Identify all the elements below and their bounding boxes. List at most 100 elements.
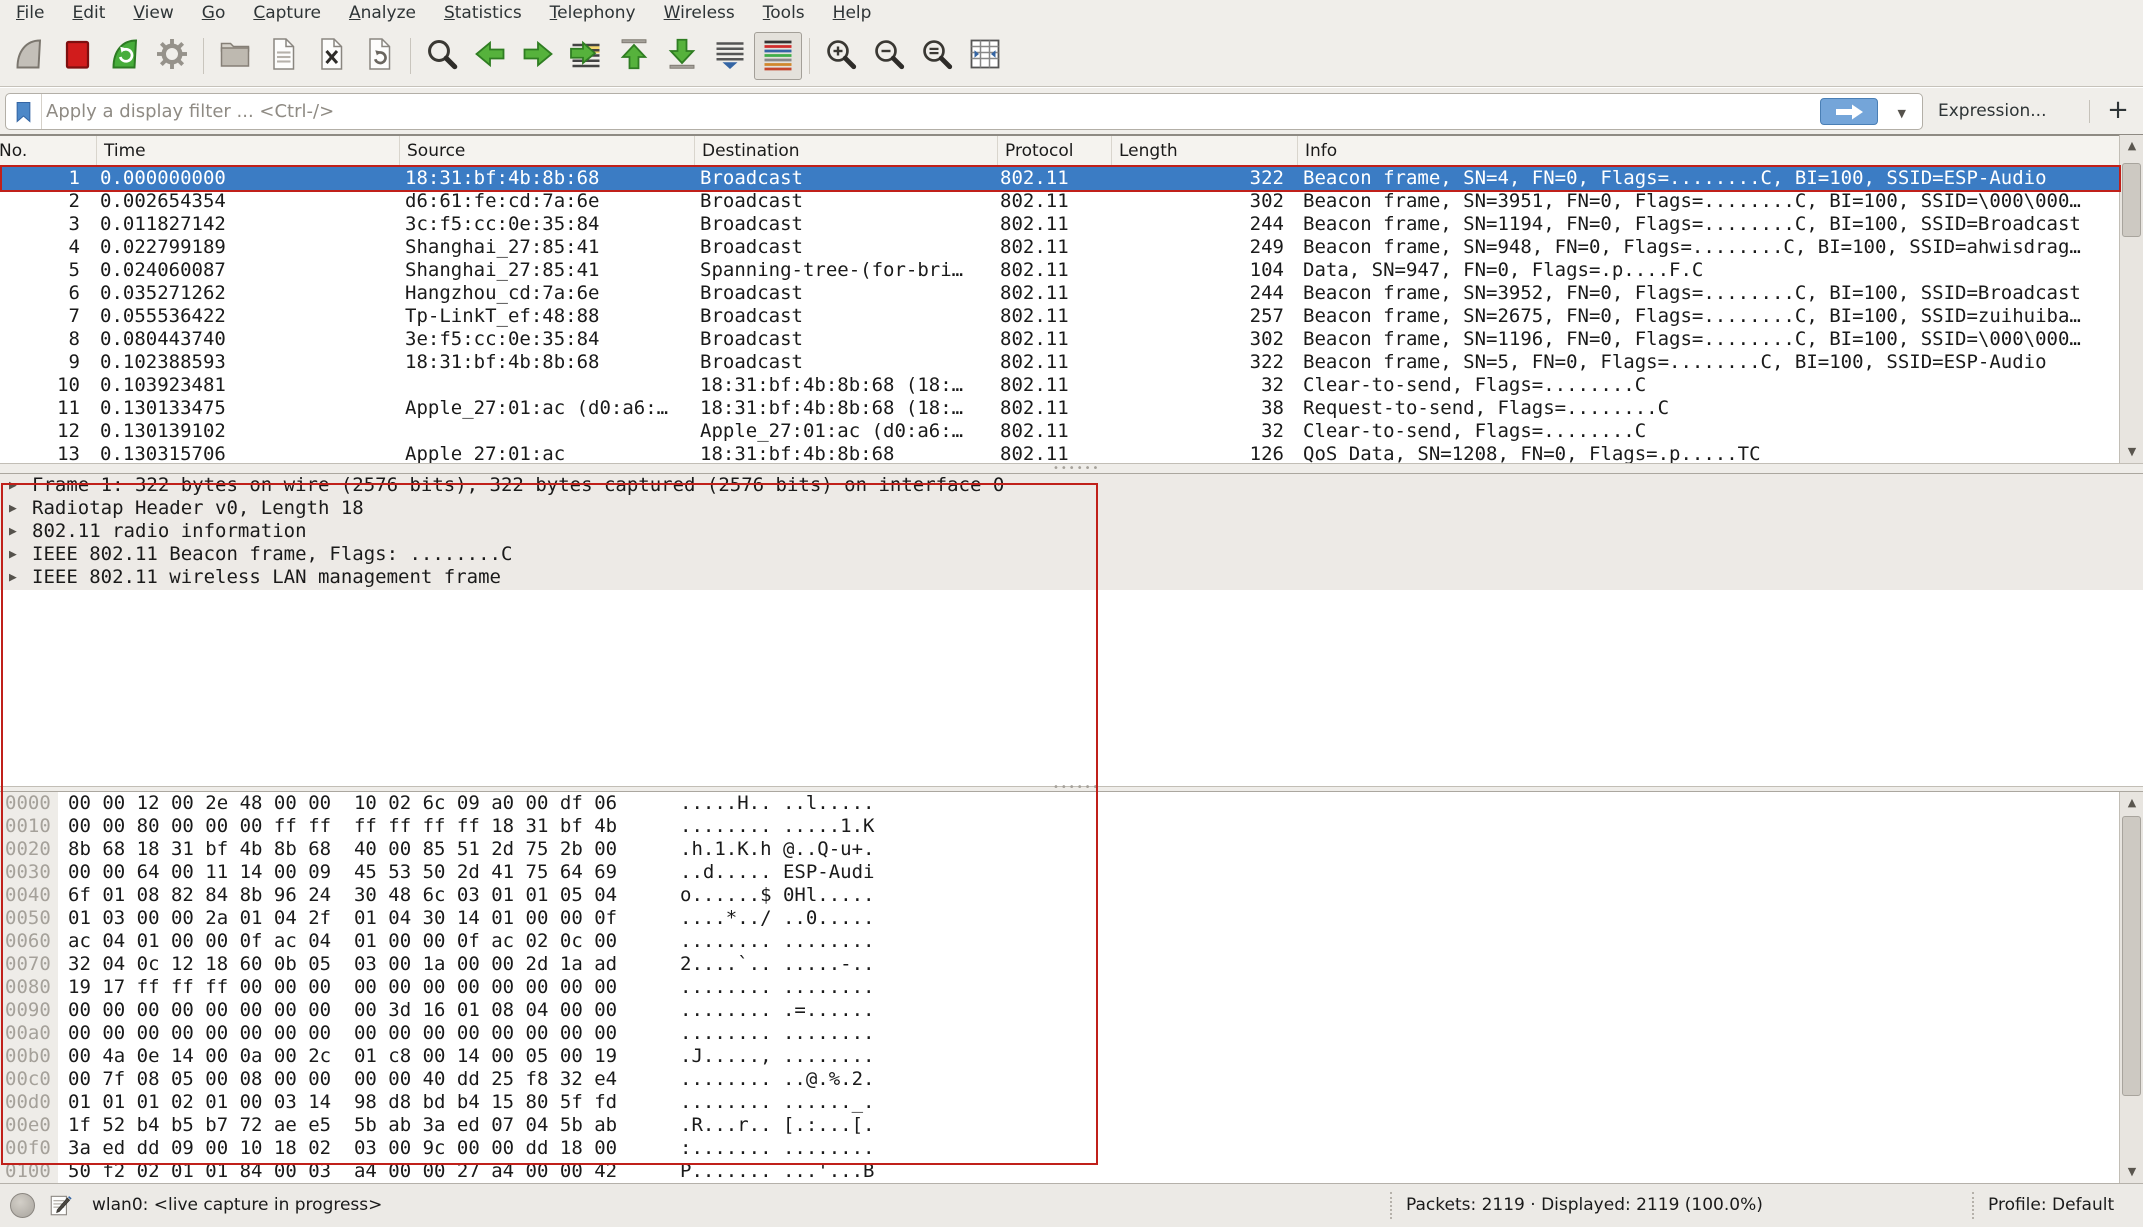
colorize-packets-button[interactable] bbox=[754, 32, 802, 80]
packet-row[interactable]: 3 0.011827142 3c:f5:cc:0e:35:84 Broadcas… bbox=[0, 213, 2119, 236]
zoom-100-button[interactable] bbox=[913, 32, 961, 80]
packet-row[interactable]: 5 0.024060087 Shanghai_27:85:41 Spanning… bbox=[0, 259, 2119, 282]
hex-row[interactable]: 0090 00 00 00 00 00 00 00 00 00 3d 16 01… bbox=[0, 999, 2119, 1022]
filter-dropdown-caret[interactable]: ▼ bbox=[1898, 107, 1906, 120]
hex-row[interactable]: 0080 19 17 ff ff ff 00 00 00 00 00 00 00… bbox=[0, 976, 2119, 999]
hex-row[interactable]: 0000 00 00 12 00 2e 48 00 00 10 02 6c 09… bbox=[0, 792, 2119, 815]
packet-row[interactable]: 9 0.102388593 18:31:bf:4b:8b:68 Broadcas… bbox=[0, 351, 2119, 374]
detail-tree-row[interactable]: ▶ IEEE 802.11 wireless LAN management fr… bbox=[0, 566, 2143, 589]
hex-row[interactable]: 00d0 01 01 01 02 01 00 03 14 98 d8 bd b4… bbox=[0, 1091, 2119, 1114]
close-capture-button[interactable] bbox=[307, 32, 355, 80]
hex-row[interactable]: 0070 32 04 0c 12 18 60 0b 05 03 00 1a 00… bbox=[0, 953, 2119, 976]
packet-row[interactable]: 1 0.000000000 18:31:bf:4b:8b:68 Broadcas… bbox=[0, 167, 2119, 190]
packet-row[interactable]: 11 0.130133475 Apple_27:01:ac (d0:a6:… 1… bbox=[0, 397, 2119, 420]
go-last-packet-button[interactable] bbox=[658, 32, 706, 80]
cell-length: 38 bbox=[1112, 397, 1284, 420]
packet-row[interactable]: 8 0.080443740 3e:f5:cc:0e:35:84 Broadcas… bbox=[0, 328, 2119, 351]
column-header-info[interactable]: Info bbox=[1298, 136, 2119, 166]
packet-row[interactable]: 6 0.035271262 Hangzhou_cd:7a:6e Broadcas… bbox=[0, 282, 2119, 305]
profile-button[interactable]: Profile: Default bbox=[1988, 1184, 2114, 1227]
packet-row[interactable]: 2 0.002654354 d6:61:fe:cd:7a:6e Broadcas… bbox=[0, 190, 2119, 213]
menu-item[interactable]: Wireless bbox=[650, 0, 749, 26]
detail-tree-row[interactable]: ▶ IEEE 802.11 Beacon frame, Flags: .....… bbox=[0, 543, 2143, 566]
expander-arrow-icon[interactable]: ▶ bbox=[9, 497, 17, 520]
expander-arrow-icon[interactable]: ▶ bbox=[9, 543, 17, 566]
packet-row[interactable]: 7 0.055536422 Tp-LinkT_ef:48:88 Broadcas… bbox=[0, 305, 2119, 328]
resize-columns-button[interactable] bbox=[961, 32, 1009, 80]
add-filter-button[interactable]: + bbox=[2100, 88, 2136, 135]
menu-item[interactable]: Edit bbox=[58, 0, 119, 26]
reload-file-button[interactable] bbox=[355, 32, 403, 80]
packet-list-scrollbar[interactable]: ▲ ▼ bbox=[2119, 135, 2143, 463]
hex-row[interactable]: 0010 00 00 80 00 00 00 ff ff ff ff ff ff… bbox=[0, 815, 2119, 838]
packet-row[interactable]: 4 0.022799189 Shanghai_27:85:41 Broadcas… bbox=[0, 236, 2119, 259]
menu-item[interactable]: Telephony bbox=[536, 0, 650, 26]
column-header-protocol[interactable]: Protocol bbox=[998, 136, 1112, 166]
column-header-source[interactable]: Source bbox=[400, 136, 695, 166]
menu-item[interactable]: File bbox=[2, 0, 58, 26]
menu-item[interactable]: Capture bbox=[239, 0, 335, 26]
packet-row[interactable]: 13 0.130315706 Apple_27:01:ac 18:31:bf:4… bbox=[0, 443, 2119, 463]
filter-bookmark-button[interactable] bbox=[6, 94, 42, 129]
scroll-down-arrow[interactable]: ▼ bbox=[2120, 1161, 2143, 1183]
scrollbar-thumb[interactable] bbox=[2122, 816, 2141, 1096]
column-header-destination[interactable]: Destination bbox=[695, 136, 998, 166]
hex-pane-scrollbar[interactable]: ▲ ▼ bbox=[2119, 792, 2143, 1183]
go-back-button[interactable] bbox=[466, 32, 514, 80]
detail-tree-row[interactable]: ▶ Frame 1: 322 bytes on wire (2576 bits)… bbox=[0, 474, 2143, 497]
hex-row[interactable]: 00c0 00 7f 08 05 00 08 00 00 00 00 40 dd… bbox=[0, 1068, 2119, 1091]
restart-capture-button[interactable] bbox=[100, 32, 148, 80]
column-header-length[interactable]: Length bbox=[1112, 136, 1298, 166]
menu-item[interactable]: View bbox=[119, 0, 187, 26]
hex-row[interactable]: 0050 01 03 00 00 2a 01 04 2f 01 04 30 14… bbox=[0, 907, 2119, 930]
capture-status-text: wlan0: <live capture in progress> bbox=[92, 1184, 382, 1227]
capture-comment-button[interactable] bbox=[48, 1192, 74, 1219]
detail-tree-row[interactable]: ▶ 802.11 radio information bbox=[0, 520, 2143, 543]
expression-button[interactable]: Expression... bbox=[1938, 88, 2047, 135]
hex-row[interactable]: 00a0 00 00 00 00 00 00 00 00 00 00 00 00… bbox=[0, 1022, 2119, 1045]
scrollbar-thumb[interactable] bbox=[2122, 163, 2141, 237]
display-filter-input[interactable] bbox=[46, 95, 1786, 128]
expander-arrow-icon[interactable]: ▶ bbox=[9, 566, 17, 589]
packet-row[interactable]: 10 0.103923481 18:31:bf:4b:8b:68 (18:… 8… bbox=[0, 374, 2119, 397]
go-to-packet-button[interactable] bbox=[562, 32, 610, 80]
hex-row[interactable]: 0060 ac 04 01 00 00 0f ac 04 01 00 00 0f… bbox=[0, 930, 2119, 953]
scroll-down-arrow[interactable]: ▼ bbox=[2120, 441, 2143, 463]
hex-row[interactable]: 0030 00 00 64 00 11 14 00 09 45 53 50 2d… bbox=[0, 861, 2119, 884]
go-first-packet-button[interactable] bbox=[610, 32, 658, 80]
detail-tree-row[interactable]: ▶ Radiotap Header v0, Length 18 bbox=[0, 497, 2143, 520]
cell-time: 0.080443740 bbox=[100, 328, 396, 351]
menu-item[interactable]: Analyze bbox=[335, 0, 430, 26]
hex-row[interactable]: 00f0 3a ed dd 09 00 10 18 02 03 00 9c 00… bbox=[0, 1137, 2119, 1160]
auto-scroll-button[interactable] bbox=[706, 32, 754, 80]
go-forward-button[interactable] bbox=[514, 32, 562, 80]
column-header-no[interactable]: No. bbox=[0, 136, 97, 166]
hex-row[interactable]: 00e0 1f 52 b4 b5 b7 72 ae e5 5b ab 3a ed… bbox=[0, 1114, 2119, 1137]
stop-capture-button[interactable] bbox=[52, 32, 100, 80]
column-header-time[interactable]: Time bbox=[97, 136, 400, 166]
capture-options-button[interactable] bbox=[148, 32, 196, 80]
expander-arrow-icon[interactable]: ▶ bbox=[9, 474, 17, 497]
scroll-up-arrow[interactable]: ▲ bbox=[2120, 792, 2143, 814]
menu-item[interactable]: Statistics bbox=[430, 0, 536, 26]
expander-arrow-icon[interactable]: ▶ bbox=[9, 520, 17, 543]
zoom-in-button[interactable] bbox=[817, 32, 865, 80]
hex-row[interactable]: 0020 8b 68 18 31 bf 4b 8b 68 40 00 85 51… bbox=[0, 838, 2119, 861]
expert-info-button[interactable] bbox=[10, 1193, 35, 1218]
scroll-up-arrow[interactable]: ▲ bbox=[2120, 135, 2143, 157]
pane-splitter[interactable]: •••••• bbox=[0, 463, 2143, 474]
apply-filter-button[interactable] bbox=[1820, 98, 1878, 125]
open-capture-button[interactable] bbox=[211, 32, 259, 80]
zoom-out-button[interactable] bbox=[865, 32, 913, 80]
packet-row[interactable]: 12 0.130139102 Apple_27:01:ac (d0:a6:… 8… bbox=[0, 420, 2119, 443]
hex-row[interactable]: 0100 50 f2 02 01 01 84 00 03 a4 00 00 27… bbox=[0, 1160, 2119, 1183]
menu-item[interactable]: Help bbox=[819, 0, 886, 26]
save-capture-button[interactable] bbox=[259, 32, 307, 80]
start-capture-button[interactable] bbox=[4, 32, 52, 80]
find-packet-button[interactable] bbox=[418, 32, 466, 80]
menu-item[interactable]: Go bbox=[188, 0, 240, 26]
menu-item[interactable]: Tools bbox=[749, 0, 819, 26]
hex-row[interactable]: 0040 6f 01 08 82 84 8b 96 24 30 48 6c 03… bbox=[0, 884, 2119, 907]
display-filter-field[interactable]: ▼ bbox=[5, 93, 1923, 130]
hex-row[interactable]: 00b0 00 4a 0e 14 00 0a 00 2c 01 c8 00 14… bbox=[0, 1045, 2119, 1068]
